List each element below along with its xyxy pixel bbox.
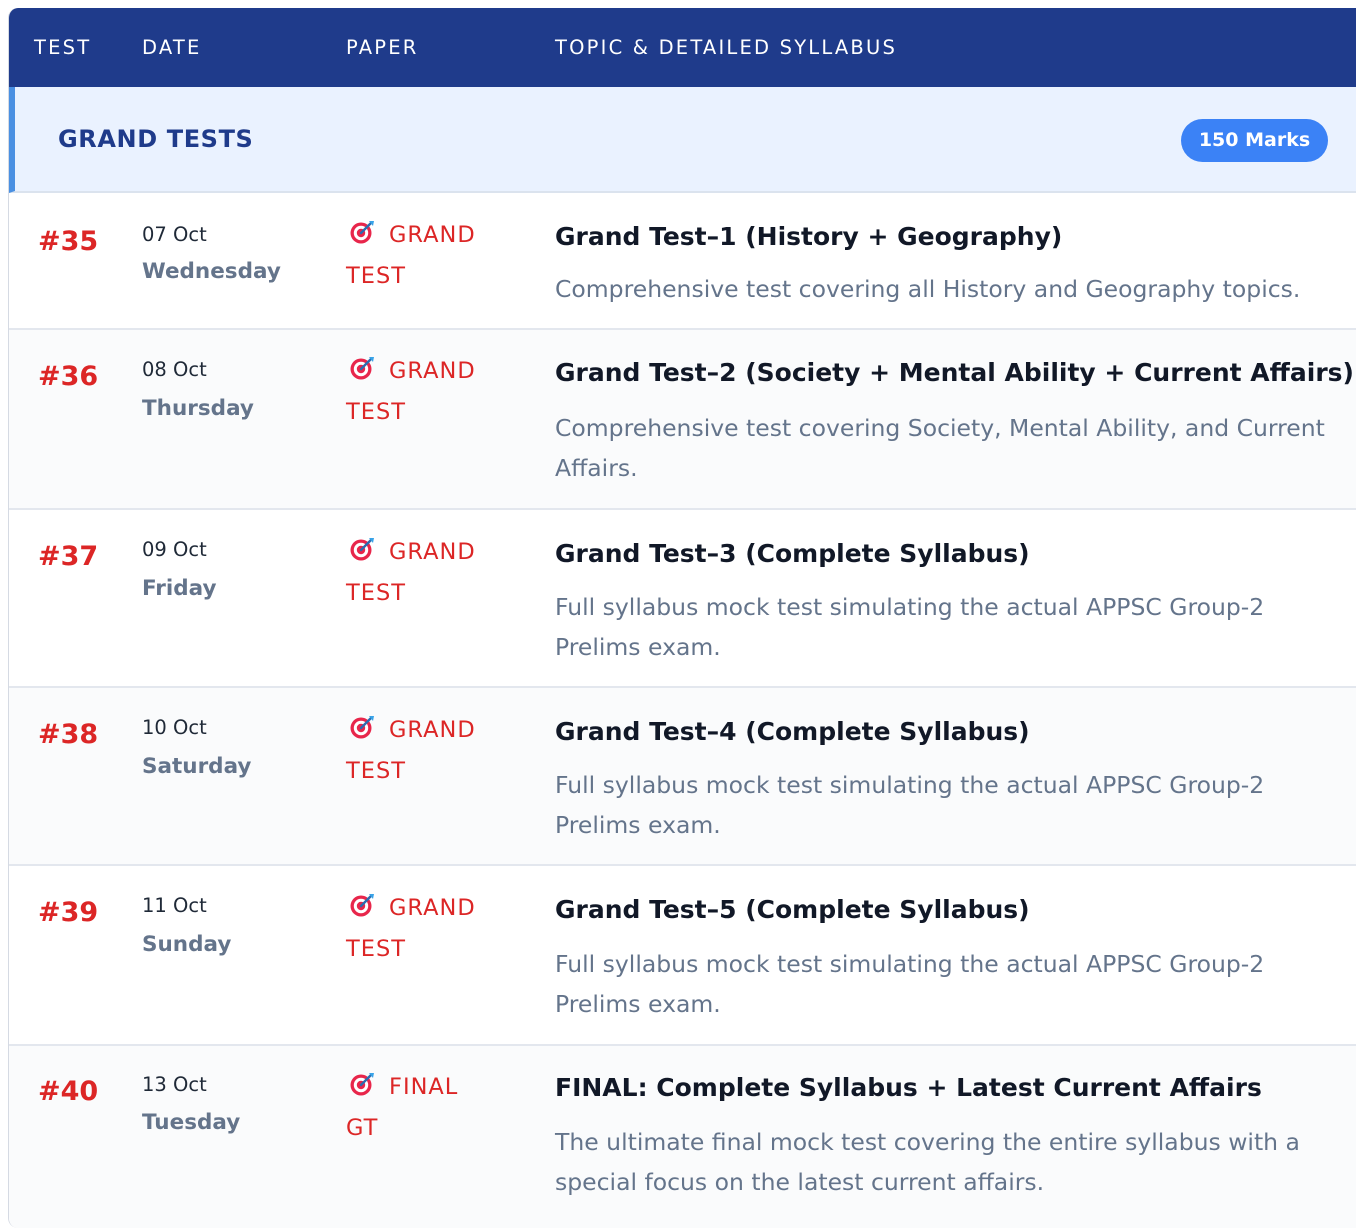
- topic-description: Full syllabus mock test simulating the a…: [555, 950, 1265, 1018]
- topic-title: Grand Test–4 (Complete Syllabus): [555, 717, 1030, 746]
- table-row: #37 09 Oct Friday GRAND TEST Grand Test–3…: [9, 510, 1356, 688]
- test-day: Saturday: [142, 754, 252, 779]
- test-number: #40: [38, 1076, 99, 1107]
- test-day: Sunday: [142, 932, 232, 957]
- paper-type: GRAND TEST: [346, 351, 506, 433]
- paper-type-line1: GRAND: [389, 358, 476, 384]
- topic-description: Comprehensive test covering all History …: [555, 275, 1301, 303]
- paper-type-line2: TEST: [346, 758, 406, 784]
- target-dart-icon: [349, 891, 375, 917]
- topic-title: Grand Test–1 (History + Geography): [555, 222, 1063, 251]
- test-date: 10 Oct: [142, 716, 207, 739]
- paper-type-line2: TEST: [346, 399, 406, 425]
- paper-type: GRAND TEST: [346, 710, 506, 792]
- marks-badge: 150 Marks: [1181, 119, 1328, 162]
- column-header-topic: TOPIC & DETAILED SYLLABUS: [555, 36, 898, 59]
- paper-type-line2: TEST: [346, 936, 406, 962]
- paper-type-line1: FINAL: [389, 1074, 459, 1100]
- table-row: #39 11 Oct Sunday GRAND TEST Grand Test–5…: [9, 866, 1356, 1046]
- test-number: #37: [38, 541, 99, 572]
- test-number: #39: [38, 897, 99, 928]
- topic-description: The ultimate final mock test covering th…: [555, 1128, 1300, 1196]
- test-date: 09 Oct: [142, 538, 207, 561]
- table-row: #40 13 Oct Tuesday FINAL GT FINAL: Comple…: [9, 1046, 1356, 1228]
- paper-type-line2: TEST: [346, 580, 406, 606]
- target-dart-icon: [349, 535, 375, 561]
- test-day: Wednesday: [142, 259, 281, 284]
- paper-type-line1: GRAND: [389, 222, 476, 248]
- test-day: Thursday: [142, 396, 254, 421]
- test-number: #35: [38, 226, 99, 257]
- topic-title: FINAL: Complete Syllabus + Latest Curren…: [555, 1073, 1262, 1102]
- test-number: #36: [38, 361, 99, 392]
- test-date: 07 Oct: [142, 223, 207, 246]
- paper-type-line2: GT: [346, 1115, 379, 1141]
- target-dart-icon: [349, 1070, 375, 1096]
- paper-type: GRAND TEST: [346, 888, 506, 970]
- test-date: 11 Oct: [142, 894, 207, 917]
- schedule-table: TEST DATE PAPER TOPIC & DETAILED SYLLABU…: [8, 8, 1356, 1228]
- topic-title: Grand Test–5 (Complete Syllabus): [555, 895, 1030, 924]
- topic-description: Full syllabus mock test simulating the a…: [555, 771, 1265, 839]
- column-header-test: TEST: [34, 36, 92, 59]
- target-dart-icon: [349, 218, 375, 244]
- section-title: GRAND TESTS: [58, 125, 254, 153]
- test-number: #38: [38, 719, 99, 750]
- topic-title: Grand Test–3 (Complete Syllabus): [555, 539, 1030, 568]
- paper-type-line1: GRAND: [389, 717, 476, 743]
- column-header-date: DATE: [142, 36, 202, 59]
- target-dart-icon: [349, 354, 375, 380]
- test-date: 13 Oct: [142, 1073, 207, 1096]
- paper-type-line1: GRAND: [389, 895, 476, 921]
- table-row: #35 07 Oct Wednesday GRAND TEST Grand Tes…: [9, 193, 1356, 330]
- topic-title: Grand Test–2 (Society + Mental Ability +…: [555, 358, 1354, 387]
- topic-description: Full syllabus mock test simulating the a…: [555, 593, 1265, 661]
- paper-type-line1: GRAND: [389, 539, 476, 565]
- section-row-grand-tests: GRAND TESTS 150 Marks: [9, 87, 1356, 193]
- target-dart-icon: [349, 713, 375, 739]
- paper-type: FINAL GT: [346, 1067, 506, 1149]
- test-day: Friday: [142, 576, 217, 601]
- table-header: TEST DATE PAPER TOPIC & DETAILED SYLLABU…: [9, 8, 1356, 87]
- topic-description: Comprehensive test covering Society, Men…: [555, 414, 1325, 482]
- table-row: #36 08 Oct Thursday GRAND TEST Grand Test…: [9, 330, 1356, 510]
- test-day: Tuesday: [142, 1110, 241, 1135]
- test-date: 08 Oct: [142, 358, 207, 381]
- paper-type: GRAND TEST: [346, 532, 506, 614]
- paper-type-line2: TEST: [346, 263, 406, 289]
- table-row: #38 10 Oct Saturday GRAND TEST Grand Test…: [9, 688, 1356, 866]
- paper-type: GRAND TEST: [346, 215, 506, 297]
- column-header-paper: PAPER: [346, 36, 419, 59]
